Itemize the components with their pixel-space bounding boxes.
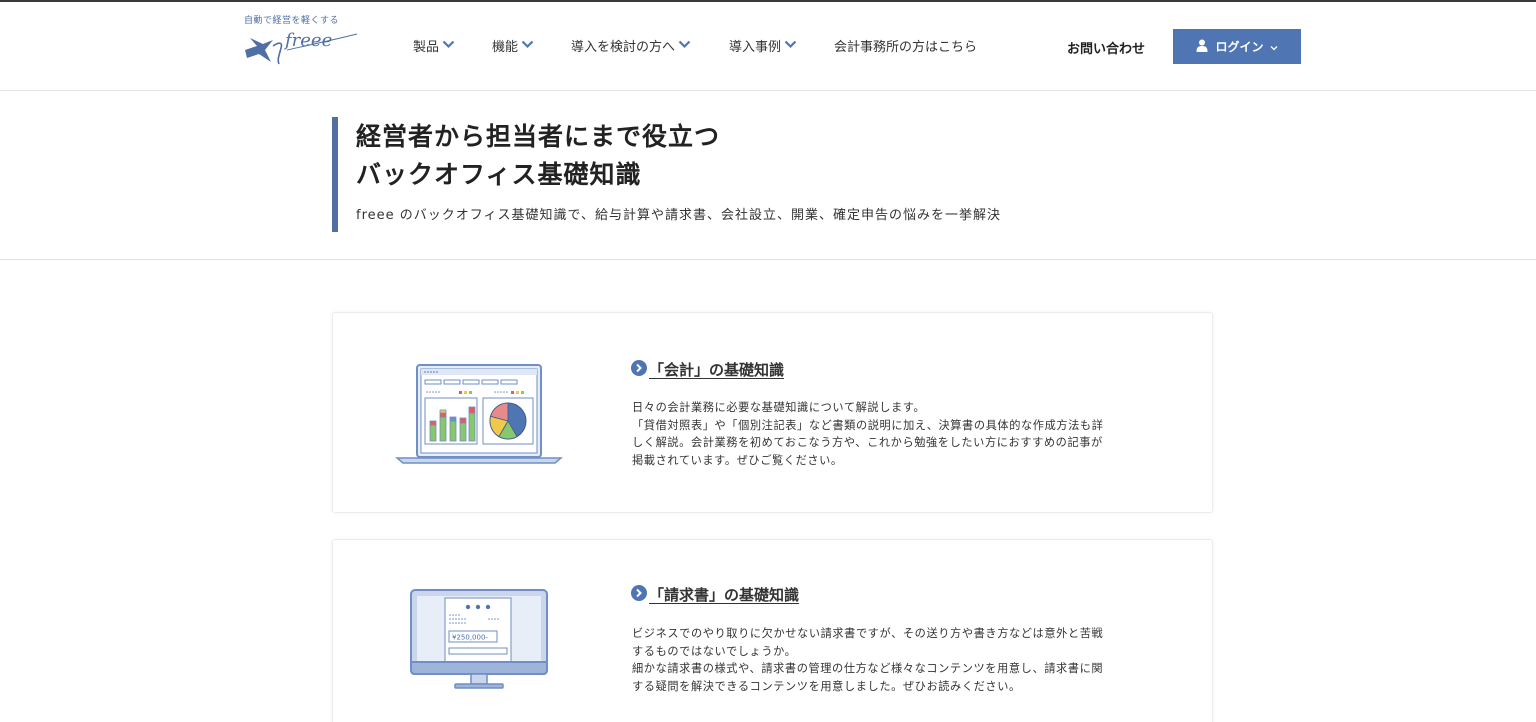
nav-accounting-firms-label: 会計事務所の方はこちら <box>834 40 978 55</box>
description-line: 日々の会計業務に必要な基礎知識について解説します。 <box>632 401 926 414</box>
card-description-accounting: 日々の会計業務に必要な基礎知識について解説します。 「貸借対照表」や「個別注記表… <box>632 399 1182 469</box>
svg-text:freee: freee <box>283 30 332 51</box>
knowledge-card-invoice[interactable]: ¥250,000- 「請求書」の基礎知識 ビジネスでのやり取りに欠かせない請求書… <box>332 539 1213 722</box>
contact-link[interactable]: お問い合わせ <box>1067 38 1145 57</box>
description-line: する疑問を解決できるコンテンツを用意しました。ぜひお読みください。 <box>632 679 1021 693</box>
card-description-invoice: ビジネスでのやり取りに欠かせない請求書ですが、その送り方や書き方などは意外と苦戦… <box>632 625 1182 695</box>
user-icon <box>1196 39 1208 55</box>
card-title-invoice[interactable]: 「請求書」の基礎知識 <box>631 584 799 605</box>
description-line: 「貸借対照表」や「個別注記表」など書類の説明に加え、決算書の具体的な作成方法も詳 <box>632 418 1104 432</box>
page-title-line1: 経営者から担当者にまで役立つ <box>356 122 721 151</box>
nav-products-label: 製品 <box>413 40 440 55</box>
hero-accent-bar <box>332 117 338 232</box>
nav-features[interactable]: 機能 <box>492 36 534 55</box>
card-title-invoice-label: 「請求書」の基礎知識 <box>649 586 800 604</box>
monitor-invoice-illustration: ¥250,000- <box>409 588 549 696</box>
nav-considering[interactable]: 導入を検討の方へ <box>571 36 691 55</box>
description-line: 細かな請求書の様式や、請求書の管理の仕方など様々なコンテンツを用意し、請求書に関 <box>632 662 1104 675</box>
freee-logo[interactable]: 自動で経営を軽くする freee <box>243 13 363 71</box>
description-line: 掲載されています。ぜひご覧ください。 <box>632 453 843 467</box>
chevron-down-icon <box>678 38 691 53</box>
arrow-circle-right-icon <box>631 584 647 605</box>
nav-features-label: 機能 <box>492 40 519 55</box>
chevron-down-icon <box>442 38 455 53</box>
nav-products[interactable]: 製品 <box>413 36 455 55</box>
arrow-circle-right-icon <box>631 359 647 380</box>
login-label: ログイン <box>1215 40 1264 54</box>
hero-section: 経営者から担当者にまで役立つ バックオフィス基礎知識 freee のバックオフィ… <box>0 92 1536 260</box>
description-line: ビジネスでのやり取りに欠かせない請求書ですが、その送り方や書き方などは意外と苦戦 <box>632 627 1104 640</box>
description-line: しく解説。会計業務を初めておこなう方や、これから勉強をしたい方におすすめの記事が <box>632 436 1103 449</box>
nav-considering-label: 導入を検討の方へ <box>571 40 676 55</box>
site-header: 自動で経営を軽くする freee 製品 機能 導入を検討の方へ 導入事例 会計事… <box>0 2 1536 91</box>
nav-case-studies-label: 導入事例 <box>729 40 782 55</box>
description-line: するものではないでしょうか。 <box>632 644 797 658</box>
chevron-down-icon <box>521 38 534 53</box>
laptop-chart-illustration <box>394 361 564 471</box>
chevron-down-icon <box>1270 40 1278 54</box>
page-title: 経営者から担当者にまで役立つ バックオフィス基礎知識 <box>356 118 720 194</box>
nav-case-studies[interactable]: 導入事例 <box>729 36 797 55</box>
nav-accounting-firms[interactable]: 会計事務所の方はこちら <box>834 36 977 55</box>
login-button[interactable]: ログイン <box>1173 29 1301 64</box>
card-title-accounting-label: 「会計」の基礎知識 <box>649 361 785 379</box>
chevron-down-icon <box>784 38 797 53</box>
card-title-accounting[interactable]: 「会計」の基礎知識 <box>631 359 784 380</box>
knowledge-card-accounting[interactable]: 「会計」の基礎知識 日々の会計業務に必要な基礎知識について解説します。 「貸借対… <box>332 312 1213 513</box>
page-title-line2: バックオフィス基礎知識 <box>356 160 642 189</box>
page-subtitle: freee のバックオフィス基礎知識で、給与計算や請求書、会社設立、開業、確定申… <box>356 208 1001 223</box>
invoice-amount-text: ¥250,000- <box>452 634 488 642</box>
logo-tagline: 自動で経営を軽くする <box>244 16 340 26</box>
swallow-logo-icon: freee <box>245 30 358 65</box>
